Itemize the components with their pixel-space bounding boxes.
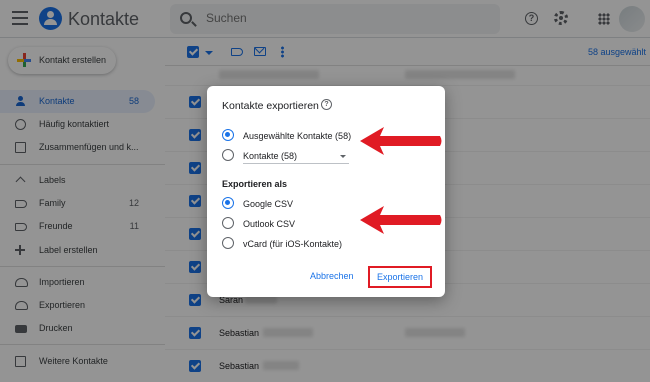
chevron-down-icon[interactable]: [340, 155, 346, 158]
radio-label: Google CSV: [243, 199, 294, 209]
radio-label: vCard (für iOS-Kontakte): [243, 239, 343, 249]
radio-outlook-csv[interactable]: [222, 217, 234, 229]
export-as-heading: Exportieren als: [222, 179, 288, 189]
radio-vcard[interactable]: [222, 237, 234, 249]
contacts-select[interactable]: [243, 163, 349, 164]
cancel-button[interactable]: Abbrechen: [310, 271, 354, 281]
radio-google-csv[interactable]: [222, 197, 234, 209]
help-icon[interactable]: ?: [321, 99, 332, 110]
radio-selected-contacts[interactable]: [222, 129, 234, 141]
annotation-arrow-icon: [360, 206, 442, 234]
export-dialog: Kontakte exportieren ? Ausgewählte Konta…: [207, 86, 445, 297]
radio-label: Kontakte (58): [243, 151, 298, 161]
radio-contacts[interactable]: [222, 149, 234, 161]
export-button[interactable]: Exportieren: [368, 266, 432, 288]
annotation-arrow-icon: [360, 127, 442, 155]
radio-label: Ausgewählte Kontakte (58): [243, 131, 352, 141]
dialog-title: Kontakte exportieren: [222, 100, 319, 112]
radio-label: Outlook CSV: [243, 219, 296, 229]
